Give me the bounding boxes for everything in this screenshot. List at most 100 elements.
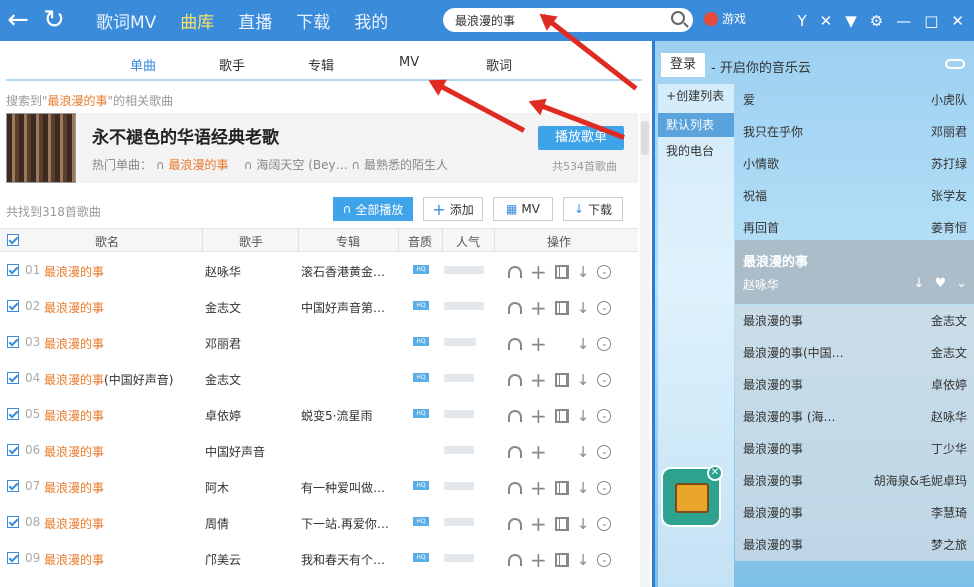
table-row[interactable]: 06 最浪漫的事 中国好声音 + ↓ ⌄ [0, 432, 638, 468]
playlist-item[interactable]: 最浪漫的事 梦之旅 [735, 529, 974, 561]
add-plus-icon[interactable]: + [530, 440, 547, 464]
subtab-single[interactable]: 单曲 [130, 55, 156, 74]
more-icon[interactable]: ⌄ [597, 373, 612, 387]
song-name[interactable]: 最浪漫的事 [44, 479, 104, 496]
album-name[interactable]: 中国好声音第… [301, 299, 385, 316]
col-album[interactable]: 专辑 [336, 233, 360, 250]
settings-gear-icon[interactable]: ⚙ [870, 12, 883, 30]
playlist-cover[interactable] [6, 113, 76, 183]
add-plus-icon[interactable]: + [530, 404, 547, 428]
song-name[interactable]: 最浪漫的事 [44, 551, 104, 568]
playlist-item[interactable]: 最浪漫的事 卓依婷 [735, 369, 974, 401]
play-all-button[interactable]: ∩ 全部播放 [333, 197, 413, 221]
playlist-item[interactable]: 最浪漫的事(中国… 金志文 [735, 337, 974, 369]
close-icon[interactable]: ✕ [951, 12, 964, 30]
scrollbar[interactable] [640, 113, 650, 587]
heart-icon[interactable]: ♥ [934, 276, 946, 291]
shirt-icon[interactable]: ▼ [845, 12, 857, 30]
row-checkbox[interactable] [7, 300, 19, 312]
playlist-item[interactable]: 祝福 张学友 [735, 180, 974, 212]
row-checkbox[interactable] [7, 444, 19, 456]
artist-name[interactable]: 金志文 [205, 299, 241, 316]
playlist-item[interactable]: 爱 小虎队 [735, 84, 974, 116]
table-row[interactable]: 02 最浪漫的事 金志文 中国好声音第… HQ + ↓ ⌄ [0, 288, 638, 324]
mv-film-icon[interactable] [554, 301, 569, 315]
table-row[interactable]: 03 最浪漫的事 邓丽君 HQ + ↓ ⌄ [0, 324, 638, 360]
play-headphone-icon[interactable] [508, 518, 522, 530]
table-row[interactable]: 09 最浪漫的事 邝美云 我和春天有个… HQ + ↓ ⌄ [0, 540, 638, 576]
row-checkbox[interactable] [7, 552, 19, 564]
song-name[interactable]: 最浪漫的事 [44, 443, 104, 460]
artist-name[interactable]: 邝美云 [205, 551, 241, 568]
add-plus-icon[interactable]: + [530, 368, 547, 392]
row-checkbox[interactable] [7, 264, 19, 276]
play-headphone-icon[interactable] [508, 482, 522, 494]
add-plus-icon[interactable]: + [530, 548, 547, 572]
maximize-icon[interactable]: □ [924, 12, 938, 30]
row-checkbox[interactable] [7, 372, 19, 384]
play-headphone-icon[interactable] [508, 446, 522, 458]
playlist-item[interactable]: 最浪漫的事 丁少华 [735, 433, 974, 465]
tab-mine[interactable]: 我的 [354, 8, 388, 33]
table-row[interactable]: 08 最浪漫的事 周倩 下一站.再爱你… HQ + ↓ ⌄ [0, 504, 638, 540]
artist-name[interactable]: 周倩 [205, 515, 229, 532]
download-icon[interactable]: ↓ [577, 443, 590, 461]
more-icon[interactable]: ⌄ [597, 445, 612, 459]
download-icon[interactable]: ↓ [577, 299, 590, 317]
song-name[interactable]: 最浪漫的事 [44, 263, 104, 280]
hot-song-link[interactable]: 海阔天空 (Bey… [256, 158, 347, 172]
subtab-mv[interactable]: MV [399, 55, 419, 70]
playlist-item[interactable]: 最浪漫的事 李慧琦 [735, 497, 974, 529]
download-icon[interactable]: ↓ [577, 551, 590, 569]
playlist-item[interactable]: 我只在乎你 邓丽君 [735, 116, 974, 148]
more-icon[interactable]: ⌄ [597, 553, 612, 567]
tab-lyrics-mv[interactable]: 歌词MV [96, 8, 156, 33]
tab-live[interactable]: 直播 [238, 8, 272, 33]
login-button[interactable]: 登录 [661, 53, 705, 77]
play-headphone-icon[interactable] [508, 554, 522, 566]
subtab-album[interactable]: 专辑 [308, 55, 334, 74]
playlist-item[interactable]: 最浪漫的事 金志文 [735, 305, 974, 337]
artist-name[interactable]: 金志文 [205, 371, 241, 388]
mv-button[interactable]: ▦ MV [493, 197, 553, 221]
add-plus-icon[interactable]: + [530, 332, 547, 356]
select-all-checkbox[interactable] [7, 234, 19, 246]
download-icon[interactable]: ↓ [577, 335, 590, 353]
album-name[interactable]: 滚石香港黄金… [301, 263, 385, 280]
song-name[interactable]: 最浪漫的事(中国好声音) [44, 371, 173, 388]
song-name[interactable]: 最浪漫的事 [44, 515, 104, 532]
download-icon[interactable]: ↓ [577, 263, 590, 281]
album-name[interactable]: 下一站.再爱你… [301, 515, 389, 532]
cloud-icon[interactable] [945, 59, 965, 69]
subtab-artist[interactable]: 歌手 [219, 55, 245, 74]
playlist-item[interactable]: 最浪漫的事 (海… 赵咏华 [735, 401, 974, 433]
scroll-thumb[interactable] [641, 121, 649, 155]
download-icon[interactable]: ↓ [914, 276, 925, 291]
refresh-icon[interactable]: ↻ [36, 0, 72, 41]
treasure-chest-widget[interactable]: ✕ [661, 465, 723, 527]
minimize-icon[interactable]: — [896, 12, 911, 30]
now-playing-item[interactable]: 最浪漫的事 赵咏华 ↓ ♥ ⌄ [735, 240, 974, 304]
table-row[interactable]: 04 最浪漫的事(中国好声音) 金志文 HQ + ↓ ⌄ [0, 360, 638, 396]
add-plus-icon[interactable]: + [530, 260, 547, 284]
skin-icon[interactable]: Y [797, 12, 806, 30]
more-icon[interactable]: ⌄ [597, 265, 612, 279]
play-headphone-icon[interactable] [508, 302, 522, 314]
row-checkbox[interactable] [7, 480, 19, 492]
artist-name[interactable]: 阿木 [205, 479, 229, 496]
mv-film-icon[interactable] [554, 265, 569, 279]
mini-mode-icon[interactable]: ✕ [820, 12, 833, 30]
download-icon[interactable]: ↓ [577, 371, 590, 389]
game-button[interactable]: 游戏 [704, 10, 746, 27]
back-icon[interactable]: ← [0, 0, 36, 41]
create-list-item[interactable]: +创建列表 [658, 84, 734, 108]
playlist-item[interactable]: 小情歌 苏打绿 [735, 148, 974, 180]
artist-name[interactable]: 邓丽君 [205, 335, 241, 352]
song-name[interactable]: 最浪漫的事 [44, 299, 104, 316]
album-name[interactable]: 有一种爱叫做… [301, 479, 385, 496]
more-icon[interactable]: ⌄ [597, 337, 612, 351]
artist-name[interactable]: 卓依婷 [205, 407, 241, 424]
tab-library[interactable]: 曲库 [180, 8, 214, 33]
hot-song-link[interactable]: 最浪漫的事 [168, 158, 228, 172]
subtab-lyrics[interactable]: 歌词 [486, 55, 512, 74]
